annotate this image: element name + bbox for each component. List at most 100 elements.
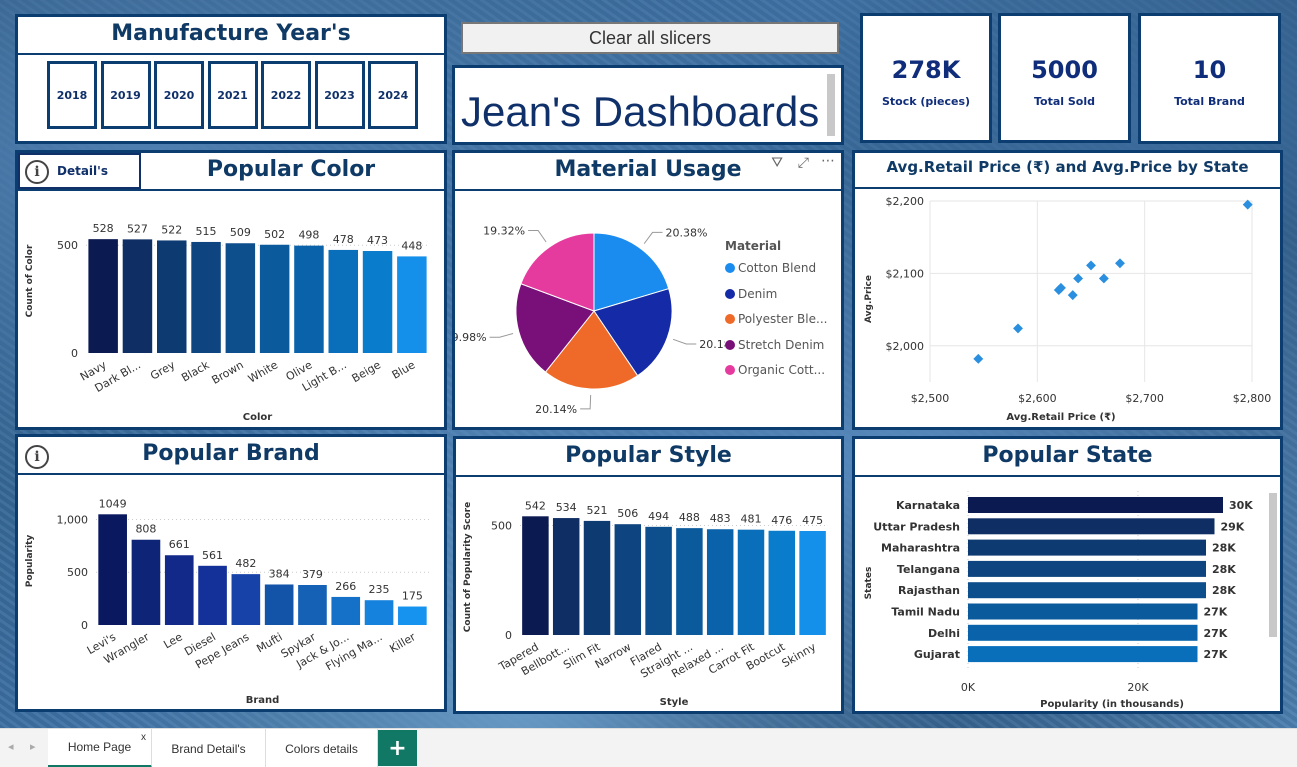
filter-icon[interactable]: ⛛ bbox=[771, 155, 783, 171]
bar-Pepe Jeans bbox=[231, 574, 261, 625]
data-label: 481 bbox=[741, 513, 762, 526]
data-label: 266 bbox=[335, 580, 356, 593]
data-label: 488 bbox=[679, 511, 700, 524]
year-option-2023[interactable]: 2023 bbox=[314, 61, 365, 129]
bar-Rajasthan bbox=[968, 582, 1206, 599]
popular-style-title: Popular Style bbox=[565, 443, 732, 468]
bar-Beige bbox=[362, 251, 393, 353]
focus-mode-icon[interactable]: ⤢ bbox=[798, 155, 809, 171]
data-label: 494 bbox=[648, 510, 669, 523]
close-tab-icon[interactable]: x bbox=[141, 732, 146, 743]
scatter-point bbox=[1115, 258, 1125, 269]
data-label: 521 bbox=[587, 504, 608, 517]
kpi-label: Stock (pieces) bbox=[881, 95, 971, 108]
prev-page-arrow-icon[interactable]: ◂ bbox=[8, 740, 14, 753]
x-tick-label: Skinny bbox=[780, 640, 819, 670]
scatter-point bbox=[1073, 273, 1084, 284]
tab-colors-details[interactable]: Colors details bbox=[266, 729, 378, 767]
data-label: 502 bbox=[264, 228, 285, 241]
title-scrollbar[interactable] bbox=[827, 74, 835, 136]
y-tick-label: 1,000 bbox=[57, 513, 89, 526]
y-tick-label: 0 bbox=[71, 347, 78, 360]
y-tick-label: 0 bbox=[81, 619, 88, 632]
x-tick-label: Beige bbox=[350, 358, 384, 385]
data-label: 30K bbox=[1229, 499, 1253, 512]
data-label: 509 bbox=[230, 226, 251, 239]
data-label: 482 bbox=[235, 557, 256, 570]
tab-label: Home Page bbox=[67, 740, 132, 754]
bar-Telangana bbox=[968, 560, 1206, 577]
y-axis-title: Count of Color bbox=[25, 244, 35, 317]
bar-Gujarat bbox=[968, 646, 1198, 663]
data-label: 27K bbox=[1204, 648, 1228, 661]
data-label: 29K bbox=[1221, 520, 1245, 533]
data-label: 498 bbox=[298, 229, 319, 242]
next-page-arrow-icon[interactable]: ▸ bbox=[30, 740, 36, 753]
y-axis-title: States bbox=[864, 567, 874, 600]
add-page-button[interactable]: + bbox=[378, 730, 417, 766]
details-button[interactable]: i Detail's bbox=[18, 153, 141, 189]
x-tick-label: Blue bbox=[390, 358, 418, 382]
y-tick-label: Karnataka bbox=[896, 499, 960, 512]
bar-Diesel bbox=[198, 565, 227, 625]
year-option-2022[interactable]: 2022 bbox=[261, 61, 311, 129]
kpi-label: Total Brand bbox=[1174, 95, 1245, 108]
legend-item[interactable]: Cotton Blend bbox=[725, 261, 816, 275]
y-axis-title: Count of Popularity Score bbox=[463, 502, 473, 632]
bar-Light B... bbox=[328, 249, 358, 353]
data-label: 28K bbox=[1212, 542, 1236, 555]
popular-brand-title: Popular Brand bbox=[142, 441, 320, 466]
bar-Killer bbox=[398, 606, 427, 625]
year-slicer-title: Manufacture Year's bbox=[111, 21, 351, 46]
popular-color-title: Popular Color bbox=[206, 157, 376, 182]
clear-all-slicers-button[interactable]: Clear all slicers bbox=[461, 22, 839, 54]
kpi-card-total-sold: 5000 Total Sold bbox=[998, 13, 1131, 143]
slice-label: 19.98% bbox=[455, 331, 487, 344]
bar-Dark Bl... bbox=[122, 239, 153, 353]
y-tick-label: $2,000 bbox=[886, 340, 925, 353]
more-options-icon[interactable]: ⋯ bbox=[821, 153, 835, 169]
bar-Flying Ma... bbox=[364, 600, 394, 625]
price-scatter-panel: Avg.Retail Price (₹) and Avg.Price by St… bbox=[852, 150, 1283, 430]
year-option-2019[interactable]: 2019 bbox=[100, 61, 151, 129]
x-tick-label: Black bbox=[179, 358, 212, 384]
tab-label: Colors details bbox=[285, 741, 358, 756]
bar-Wrangler bbox=[131, 539, 161, 625]
x-tick-label: 0K bbox=[961, 681, 976, 694]
data-label: 175 bbox=[402, 590, 423, 603]
leader-line bbox=[580, 394, 592, 410]
legend-swatch bbox=[725, 339, 735, 350]
dashboard-title: Jean's Dashboards bbox=[461, 88, 820, 135]
year-option-2024[interactable]: 2024 bbox=[368, 61, 418, 129]
bar-Tamil Nadu bbox=[968, 603, 1198, 620]
x-tick-label: Grey bbox=[148, 358, 178, 383]
legend-item[interactable]: Stretch Denim bbox=[725, 338, 824, 352]
bar-Bellbott... bbox=[552, 518, 580, 635]
y-tick-label: 500 bbox=[491, 520, 512, 533]
x-axis-title: Color bbox=[243, 412, 273, 423]
tab-home-page[interactable]: Home Page x bbox=[48, 729, 152, 767]
legend-item[interactable]: Polyester Ble... bbox=[725, 312, 827, 326]
bar-Karnataka bbox=[968, 497, 1223, 513]
y-tick-label: Rajasthan bbox=[898, 584, 960, 597]
legend-item[interactable]: Denim bbox=[725, 287, 777, 301]
legend-item[interactable]: Organic Cott... bbox=[725, 363, 825, 377]
bar-Lee bbox=[164, 555, 194, 625]
data-label: 476 bbox=[771, 514, 792, 527]
data-label: 534 bbox=[556, 501, 577, 514]
scatter-point bbox=[1086, 260, 1096, 271]
year-option-2020[interactable]: 2020 bbox=[154, 61, 204, 129]
bar-Relaxed ... bbox=[706, 529, 734, 635]
y-tick-label: $2,200 bbox=[886, 195, 925, 208]
bar-Mufti bbox=[264, 584, 294, 625]
tab-brand-details[interactable]: Brand Detail's bbox=[152, 729, 266, 767]
year-option-2018[interactable]: 2018 bbox=[47, 61, 97, 129]
material-usage-chart: 20.38% 20.18% 20.14% 19.98% 19.32% bbox=[455, 225, 725, 416]
year-option-2021[interactable]: 2021 bbox=[207, 61, 258, 129]
data-label: 379 bbox=[302, 568, 323, 581]
data-label: 483 bbox=[710, 512, 731, 525]
kpi-card-stock: 278K Stock (pieces) bbox=[860, 13, 992, 143]
bar-White bbox=[259, 244, 290, 353]
state-scrollbar[interactable] bbox=[1269, 493, 1277, 637]
legend-label: Polyester Ble... bbox=[738, 312, 828, 326]
